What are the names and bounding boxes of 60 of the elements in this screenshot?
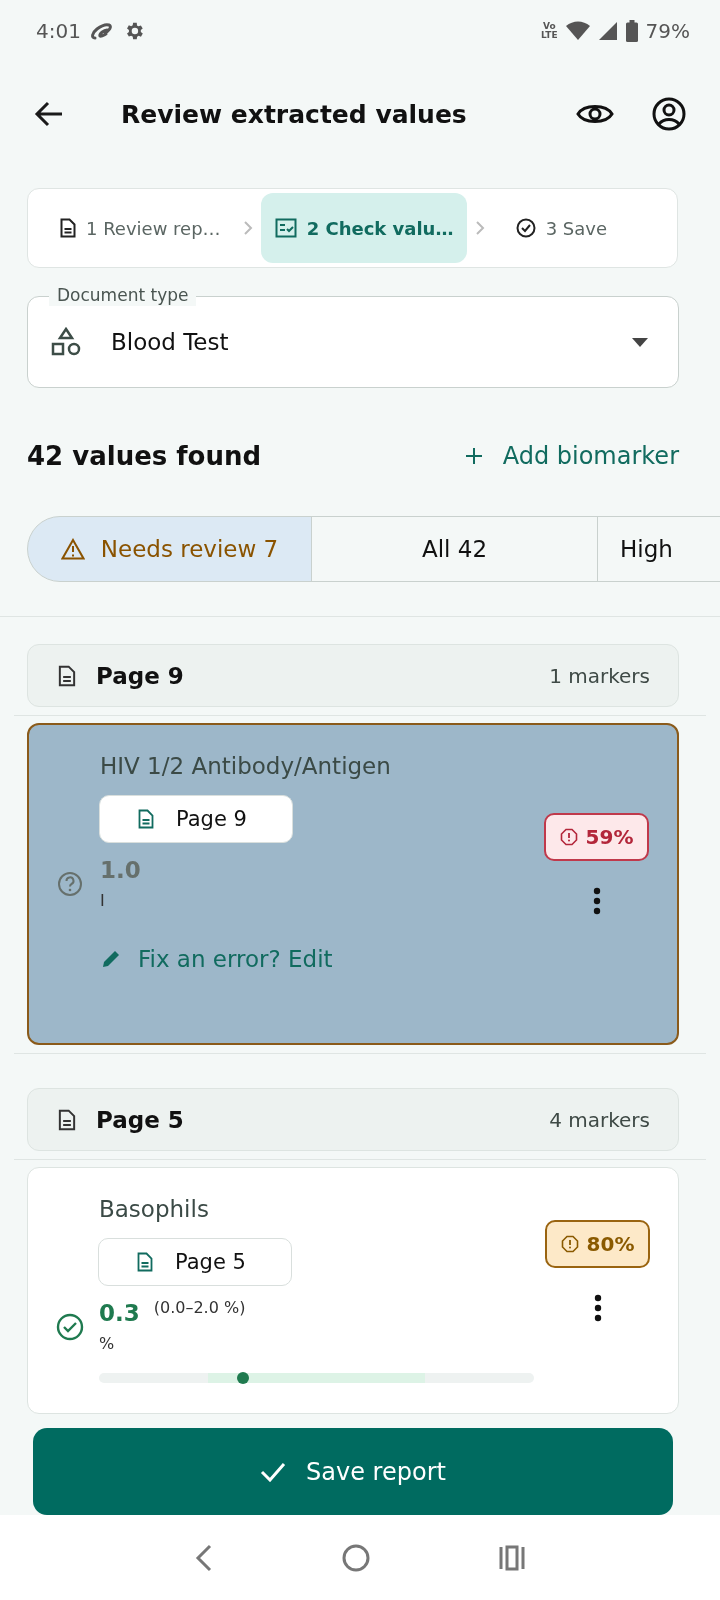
biomarker-name: HIV 1/2 Antibody/Antigen: [100, 753, 391, 779]
carrier-icon: [88, 20, 115, 42]
biomarker-name: Basophils: [99, 1196, 209, 1222]
chevron-icon: [475, 220, 486, 236]
save-report-button[interactable]: Save report: [33, 1428, 673, 1515]
measured-value: 1.0: [100, 857, 141, 883]
back-icon[interactable]: [34, 101, 64, 127]
unit-label: %: [99, 1334, 116, 1353]
wifi-icon: [565, 21, 590, 41]
more-options-icon[interactable]: [592, 887, 601, 915]
confidence-badge: 80%: [545, 1219, 650, 1268]
biomarker-card[interactable]: Basophils Page 5 0.3 (0.0–2.0 %) % 80%: [27, 1167, 679, 1414]
document-icon: [137, 1252, 153, 1272]
signal-icon: [597, 21, 618, 41]
add-biomarker-button[interactable]: Add biomarker: [454, 436, 679, 476]
filter-tab[interactable]: All 42: [311, 516, 598, 582]
reference-range: (0.0–2.0 %): [153, 1298, 246, 1317]
profile-icon[interactable]: [652, 97, 686, 131]
recents-nav-icon[interactable]: [498, 1544, 527, 1571]
page-label: Page 5: [96, 1106, 185, 1133]
filter-tab[interactable]: Needs review 7: [27, 516, 312, 582]
alert-icon: [559, 828, 578, 846]
confidence-badge: 59%: [544, 813, 649, 861]
document-icon: [138, 809, 154, 829]
marker-count: 1 markers: [549, 663, 650, 688]
checklist-icon: [274, 218, 297, 238]
values-count: 42 values found: [27, 441, 262, 471]
check-icon: [260, 1461, 287, 1482]
dropdown-caret-icon: [632, 337, 648, 347]
document-icon: [58, 1108, 76, 1131]
measured-value: 0.3: [99, 1300, 140, 1326]
page-label: Page 9: [96, 662, 185, 689]
chevron-icon: [242, 220, 253, 236]
page-group-header[interactable]: Page 5 4 markers: [27, 1088, 679, 1151]
biomarker-card[interactable]: HIV 1/2 Antibody/Antigen Page 9 1.0 I Fix an error? Edit 59%: [27, 723, 679, 1045]
page-title: Review extracted values: [121, 99, 468, 129]
document-icon: [60, 218, 76, 238]
clock: 4:01: [36, 19, 81, 43]
check-circle-icon: [515, 218, 536, 238]
warning-icon: [60, 538, 85, 560]
document-icon: [58, 664, 76, 687]
unit-label: I: [100, 891, 106, 910]
source-page-chip[interactable]: Page 9: [99, 795, 293, 843]
shapes-icon: [51, 327, 81, 357]
more-options-icon[interactable]: [593, 1293, 602, 1322]
battery-icon: [625, 20, 638, 42]
filter-tab[interactable]: High: [597, 516, 720, 582]
battery-level: 79%: [645, 19, 690, 43]
pencil-icon: [100, 948, 122, 970]
plus-icon: [464, 447, 483, 465]
marker-count: 4 markers: [549, 1107, 650, 1132]
step-tab[interactable]: 1 Review rep…: [46, 193, 235, 263]
back-nav-icon[interactable]: [193, 1543, 214, 1572]
page-group-header[interactable]: Page 9 1 markers: [27, 644, 679, 707]
step-tab[interactable]: 3 Save: [501, 193, 621, 263]
step-tab[interactable]: 2 Check valu…: [260, 193, 468, 263]
source-page-chip[interactable]: Page 5: [98, 1238, 292, 1286]
alert-icon: [560, 1234, 579, 1253]
volte-indicator: Vo LTE: [541, 22, 558, 40]
home-nav-icon[interactable]: [341, 1542, 371, 1573]
